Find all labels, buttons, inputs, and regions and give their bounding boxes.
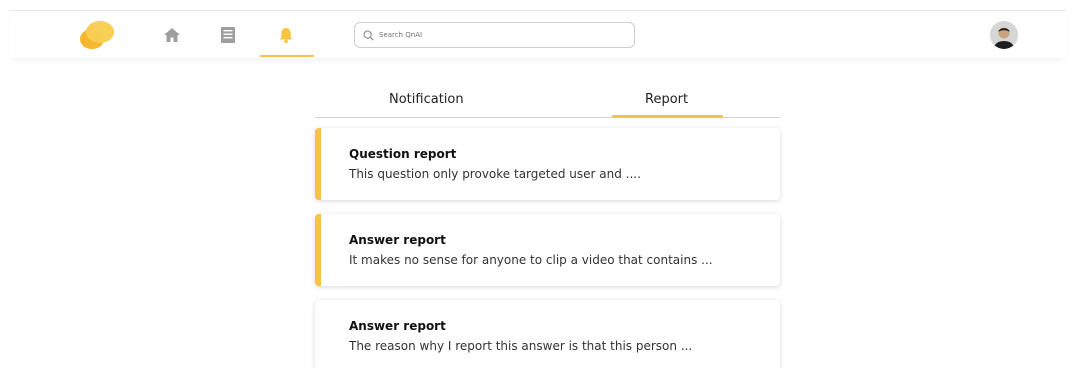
search-box[interactable] — [354, 22, 635, 48]
report-description: This question only provoke targeted user… — [349, 167, 641, 181]
tab-notification[interactable]: Notification — [389, 92, 464, 107]
search-input[interactable] — [379, 31, 619, 39]
unread-indicator — [315, 214, 321, 286]
chat-bubbles-logo-icon[interactable] — [78, 19, 118, 51]
report-description: It makes no sense for anyone to clip a v… — [349, 253, 713, 267]
report-title: Question report — [349, 147, 457, 161]
home-icon[interactable] — [160, 23, 184, 47]
list-icon[interactable] — [216, 23, 240, 47]
report-description: The reason why I report this answer is t… — [349, 339, 693, 353]
report-card[interactable]: Question report This question only provo… — [315, 128, 780, 200]
active-nav-indicator — [260, 55, 314, 57]
user-avatar[interactable] — [990, 21, 1018, 49]
top-navigation-bar — [10, 10, 1066, 58]
page: Notification Report Question report This… — [0, 0, 1076, 368]
bell-icon[interactable] — [274, 23, 298, 47]
report-title: Answer report — [349, 319, 446, 333]
search-icon — [363, 26, 374, 45]
unread-indicator — [315, 128, 321, 200]
tab-report[interactable]: Report — [645, 92, 688, 107]
report-card[interactable]: Answer report The reason why I report th… — [315, 300, 780, 368]
report-card[interactable]: Answer report It makes no sense for anyo… — [315, 214, 780, 286]
notification-tabs: Notification Report — [315, 86, 780, 118]
report-title: Answer report — [349, 233, 446, 247]
active-tab-indicator — [612, 115, 723, 118]
